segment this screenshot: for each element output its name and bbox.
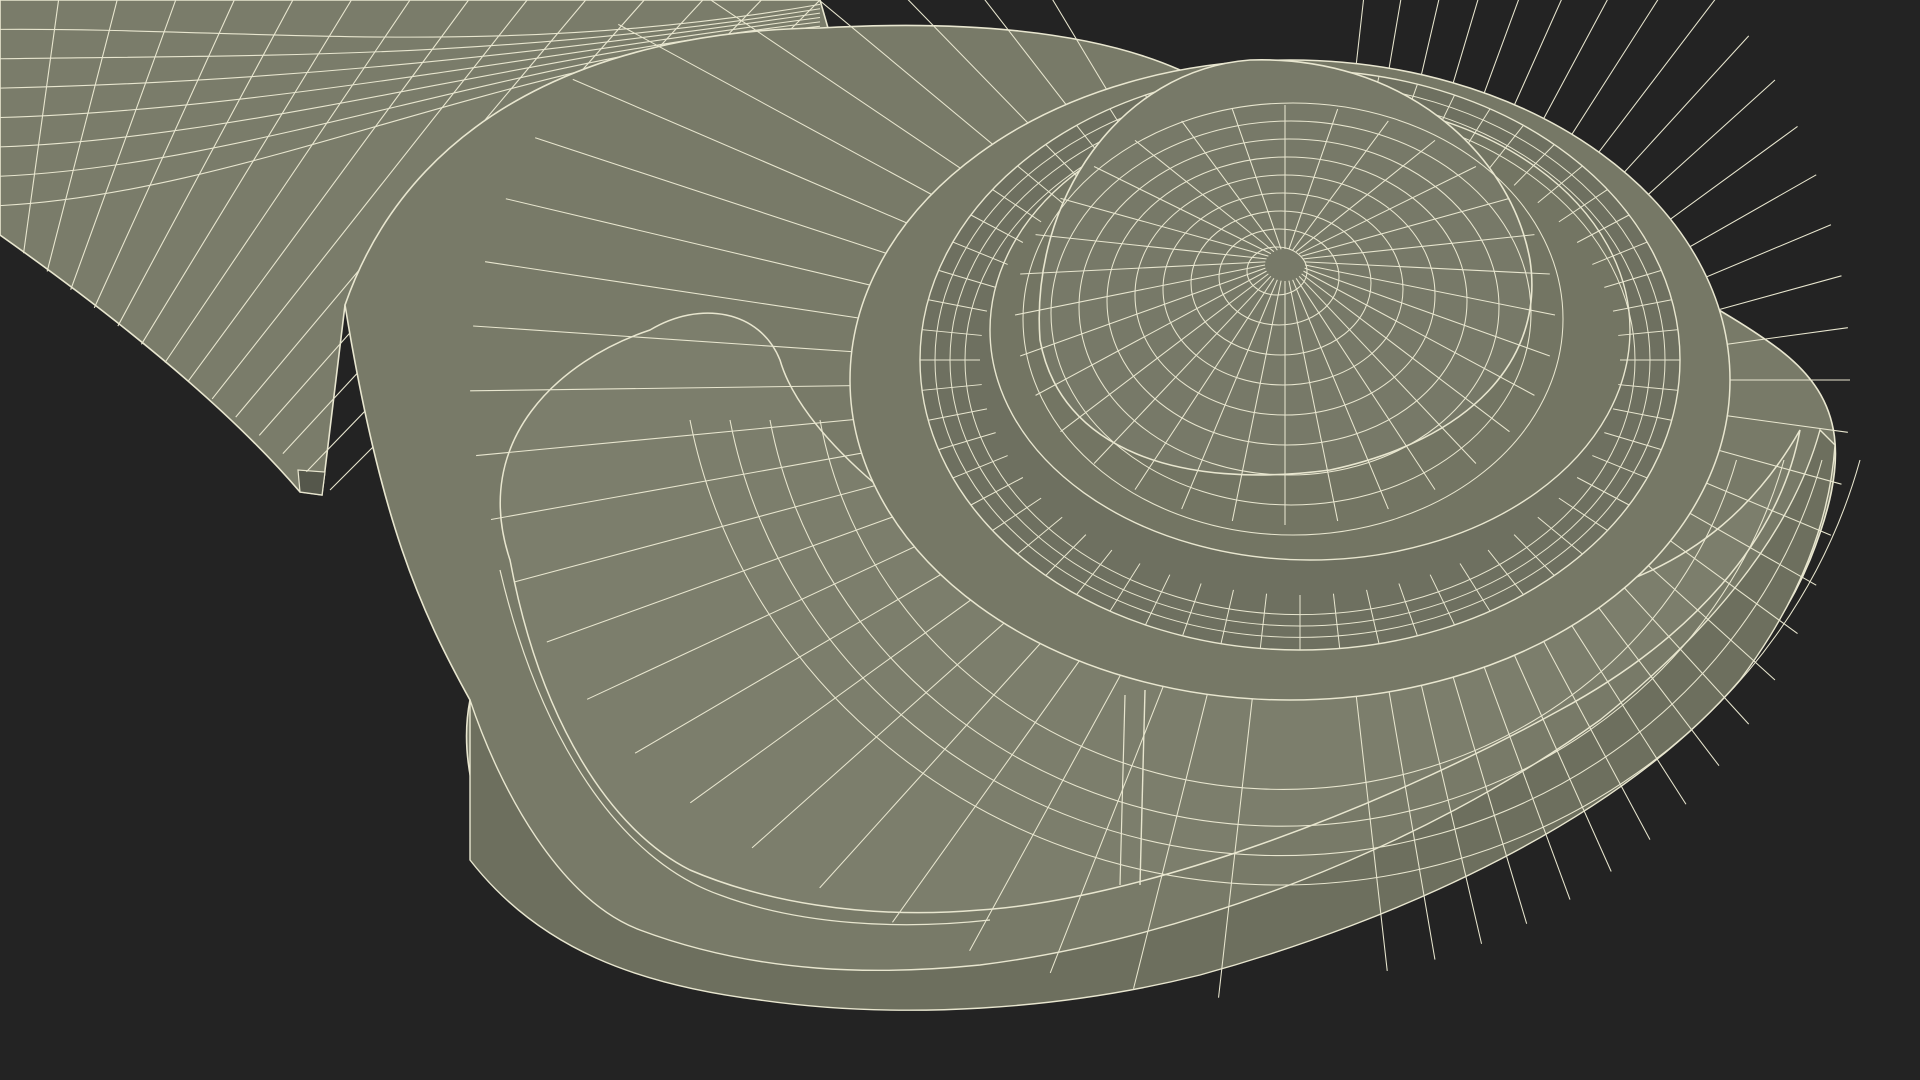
wireframe-render	[0, 0, 1861, 1011]
render-viewport[interactable]	[0, 0, 1920, 1080]
